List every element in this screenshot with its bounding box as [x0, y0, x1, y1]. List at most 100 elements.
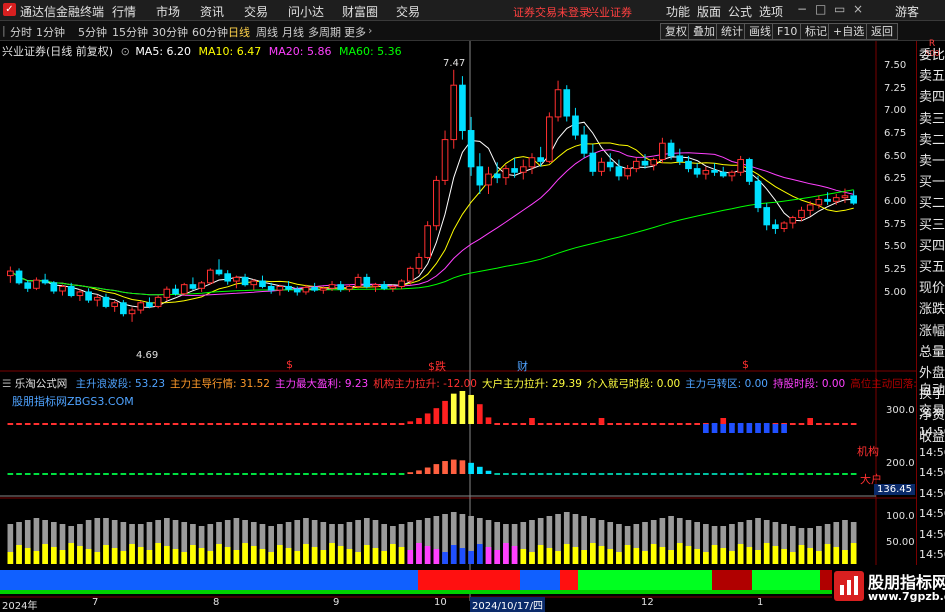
fund-bar [216, 544, 222, 564]
event-marker[interactable]: 财 [517, 358, 528, 374]
retail-bar [42, 473, 48, 475]
period-30min[interactable]: 30分钟 [152, 24, 188, 40]
menu-item-market[interactable]: 市场 [156, 3, 180, 20]
retail-bar [407, 472, 414, 474]
fund-bar [207, 551, 214, 564]
retail-bar [590, 473, 596, 475]
fund-bar [103, 545, 109, 564]
candle-body [728, 171, 736, 177]
retail-bar [155, 473, 161, 475]
signal-baseline [0, 590, 858, 594]
period-multi[interactable]: 多周期 [308, 24, 341, 40]
period-tick[interactable]: 分时 [10, 24, 32, 40]
period-5min[interactable]: 5分钟 [78, 24, 107, 40]
retail-bar [476, 466, 483, 474]
institution-bar [24, 423, 31, 425]
institution-bar [198, 423, 205, 425]
institution-bar [555, 423, 561, 425]
event-marker[interactable]: $ [742, 358, 749, 371]
candle-body [93, 296, 101, 301]
period-15min[interactable]: 15分钟 [112, 24, 148, 40]
retail-bar [285, 473, 292, 475]
candle-body [337, 284, 345, 290]
fund-bar [372, 548, 379, 564]
candle-body [650, 159, 658, 166]
fund-bar [590, 543, 596, 564]
add-watchlist-button[interactable]: +自选 [828, 23, 870, 40]
more-chevron-icon[interactable]: › [368, 24, 372, 37]
price-tick-label: 5.50 [884, 241, 907, 253]
period-monthly[interactable]: 月线 [282, 24, 304, 40]
fund-bar [129, 544, 135, 564]
fund-bar [59, 550, 66, 564]
f10-button[interactable]: F10 [772, 23, 803, 40]
period-1min[interactable]: 1分钟 [36, 24, 65, 40]
fund-bar [450, 545, 457, 564]
back-button[interactable]: 返回 [866, 23, 898, 40]
candle-body [676, 155, 684, 162]
institution-bar [485, 417, 492, 424]
institution-bar [337, 423, 344, 425]
institution-bar [598, 418, 605, 424]
retail-bar [616, 473, 622, 475]
period-60min[interactable]: 60分钟 [192, 24, 228, 40]
institution-bar [755, 424, 761, 433]
fund-bar [642, 551, 648, 564]
event-marker[interactable]: $ [286, 358, 293, 371]
menu-item-function[interactable]: 功能 [666, 3, 690, 20]
kline-chart[interactable] [0, 41, 916, 609]
institution-bar [155, 423, 161, 425]
fund-bar [572, 547, 579, 564]
menu-item-ask[interactable]: 问小达 [288, 3, 324, 20]
candle-body [85, 291, 92, 301]
login-notice[interactable]: 证券交易未登录 [513, 4, 590, 20]
retail-bar [120, 473, 127, 475]
fund-bar [433, 549, 440, 564]
menu-item-options[interactable]: 选项 [759, 3, 783, 20]
candle-body [15, 270, 23, 284]
candle-body [754, 180, 762, 209]
candle-body [389, 285, 397, 289]
fund-bar [616, 552, 622, 564]
close-icon[interactable]: × [853, 2, 863, 16]
menu-item-news[interactable]: 资讯 [200, 3, 224, 20]
institution-bar [320, 423, 327, 425]
maximize-icon[interactable]: ▭ [834, 2, 845, 16]
period-more[interactable]: 更多 [344, 24, 366, 40]
period-weekly[interactable]: 周线 [256, 24, 278, 40]
low-price-label: 4.69 [136, 350, 159, 361]
menu-item-layout[interactable]: 版面 [697, 3, 721, 20]
formula-dropdown-icon[interactable]: ☰ [2, 378, 11, 390]
menu-item-wealth[interactable]: 财富圈 [342, 3, 378, 20]
institution-bar [346, 423, 353, 425]
indicator-value-label: 主力弓转区: 0.00 [685, 378, 768, 390]
candle-body [780, 222, 788, 229]
user-label[interactable]: 游客 [895, 3, 919, 20]
fund-bar [137, 547, 144, 564]
time-tick-label: 1 [757, 597, 764, 608]
candle-body [250, 280, 258, 286]
indicator-header: ☰ 乐淘公式网 主升浪波段: 53.23 主力主导行情: 31.52 主力最大盈利:… [2, 376, 945, 391]
fund-bar [711, 545, 718, 564]
app-title: 通达信金融终端 [20, 5, 105, 19]
menu-item-trade2[interactable]: 交易 [396, 3, 420, 20]
institution-bar [789, 423, 796, 425]
tick-time-label: 14:56 [919, 445, 945, 459]
retail-bar [137, 473, 144, 475]
menu-item-quotes[interactable]: 行情 [112, 3, 136, 20]
menu-item-trade[interactable]: 交易 [244, 3, 268, 20]
institution-bar [277, 423, 283, 425]
retail-bar [485, 470, 492, 474]
candle-body [120, 302, 127, 315]
indicator-name[interactable]: 乐淘公式网 [15, 378, 68, 390]
candle-body [328, 284, 336, 289]
event-marker[interactable]: $跌 [428, 358, 446, 374]
retail-bar [250, 473, 257, 475]
restore-icon[interactable]: □ [815, 2, 826, 16]
indicator-value-label: 介入就弓时段: 0.00 [586, 378, 681, 390]
menu-item-formula[interactable]: 公式 [728, 3, 752, 20]
minimize-icon[interactable]: − [797, 2, 807, 16]
period-daily[interactable]: 日线 [228, 24, 250, 40]
institution-bar [416, 418, 422, 424]
institution-bar [798, 423, 805, 425]
